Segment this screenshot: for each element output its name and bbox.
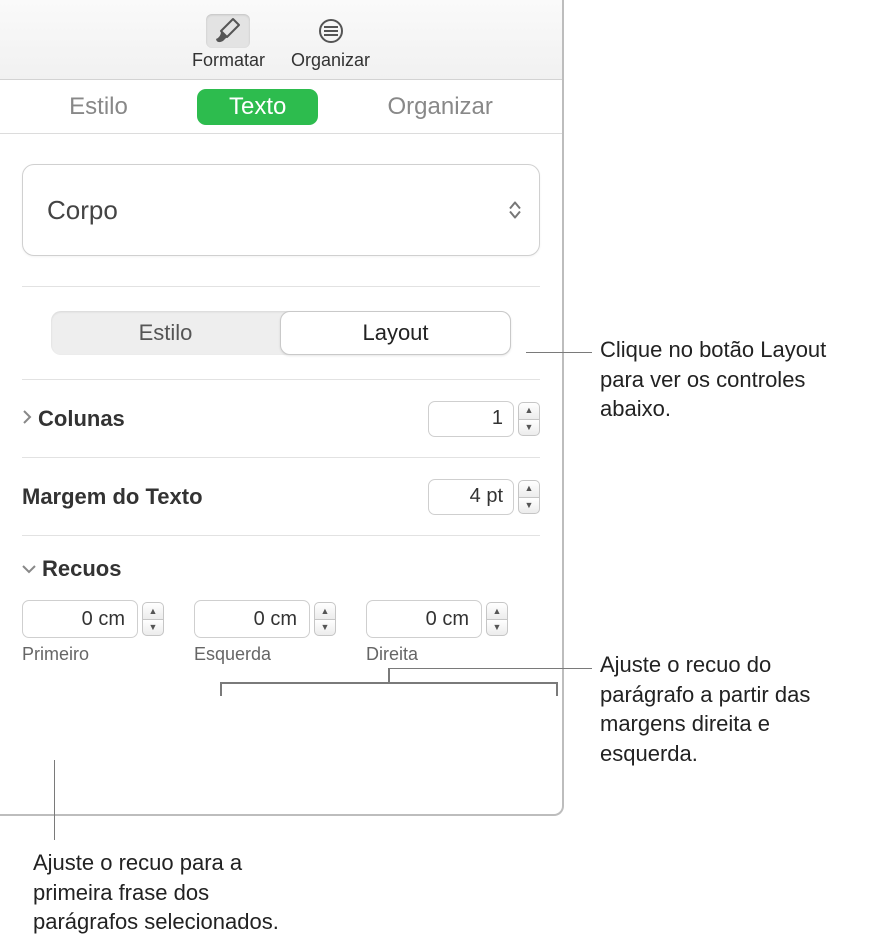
indent-right: ▲ ▼ Direita	[366, 600, 508, 665]
columns-label: Colunas	[38, 406, 125, 432]
indents-header: Recuos	[22, 535, 540, 582]
callout-lead-layout	[526, 352, 592, 353]
callout-first: Ajuste o recuo para a primeira frase dos…	[33, 848, 313, 937]
callout-lead-first	[54, 760, 55, 840]
indent-first-stepper[interactable]: ▲ ▼	[142, 602, 164, 636]
organize-button[interactable]: Organizar	[291, 14, 370, 71]
callout-lr: Ajuste o recuo do parágrafo a partir das…	[600, 650, 865, 769]
indent-right-input[interactable]	[366, 600, 482, 638]
columns-step-up[interactable]: ▲	[518, 402, 540, 419]
format-label: Formatar	[192, 50, 265, 71]
chevron-updown-icon	[509, 202, 521, 219]
organize-label: Organizar	[291, 50, 370, 71]
indent-first-down[interactable]: ▼	[142, 619, 164, 636]
indent-first-input[interactable]	[22, 600, 138, 638]
indent-left-down[interactable]: ▼	[314, 619, 336, 636]
indent-left-up[interactable]: ▲	[314, 602, 336, 619]
paragraph-style-value: Corpo	[47, 195, 118, 226]
chevron-right-icon[interactable]	[22, 410, 32, 427]
text-margin-input[interactable]	[428, 479, 514, 515]
indent-right-down[interactable]: ▼	[486, 619, 508, 636]
indent-first-up[interactable]: ▲	[142, 602, 164, 619]
text-margin-label: Margem do Texto	[22, 484, 203, 510]
tab-texto[interactable]: Texto	[197, 89, 318, 125]
columns-stepper[interactable]: ▲ ▼	[518, 402, 540, 436]
indents-fields: ▲ ▼ Primeiro ▲ ▼ Esquerda	[22, 600, 540, 665]
indent-right-up[interactable]: ▲	[486, 602, 508, 619]
callout-lead-lr	[388, 668, 592, 669]
text-margin-stepper[interactable]: ▲ ▼	[518, 480, 540, 514]
text-margin-step-up[interactable]: ▲	[518, 480, 540, 497]
paragraph-style-select[interactable]: Corpo	[22, 164, 540, 256]
columns-step-down[interactable]: ▼	[518, 419, 540, 436]
indent-left-input[interactable]	[194, 600, 310, 638]
inspector-toolbar: Formatar Organizar	[0, 0, 562, 80]
text-margin-step-down[interactable]: ▼	[518, 497, 540, 514]
indent-left-stepper[interactable]: ▲ ▼	[314, 602, 336, 636]
tab-organizar[interactable]: Organizar	[379, 89, 500, 125]
segment-layout[interactable]: Layout	[280, 311, 511, 355]
tab-estilo[interactable]: Estilo	[61, 89, 136, 125]
organize-icon	[309, 14, 353, 48]
indent-left-label: Esquerda	[194, 644, 336, 665]
format-button[interactable]: Formatar	[192, 14, 265, 71]
text-margin-row: Margem do Texto ▲ ▼	[22, 457, 540, 535]
inspector-panel: Formatar Organizar Estilo Texto Organiza…	[0, 0, 564, 816]
chevron-down-icon[interactable]	[22, 561, 36, 577]
columns-row: Colunas ▲ ▼	[22, 379, 540, 457]
indent-left: ▲ ▼ Esquerda	[194, 600, 336, 665]
indent-first-label: Primeiro	[22, 644, 164, 665]
indents-label: Recuos	[42, 556, 121, 582]
indent-right-stepper[interactable]: ▲ ▼	[486, 602, 508, 636]
callout-layout: Clique no botão Layout para ver os contr…	[600, 335, 860, 424]
indent-first: ▲ ▼ Primeiro	[22, 600, 164, 665]
style-layout-segmented: Estilo Layout	[51, 311, 511, 355]
indent-right-label: Direita	[366, 644, 508, 665]
segment-estilo[interactable]: Estilo	[51, 311, 280, 355]
subtabs: Estilo Texto Organizar	[0, 80, 562, 134]
brush-icon	[206, 14, 250, 48]
columns-input[interactable]	[428, 401, 514, 437]
